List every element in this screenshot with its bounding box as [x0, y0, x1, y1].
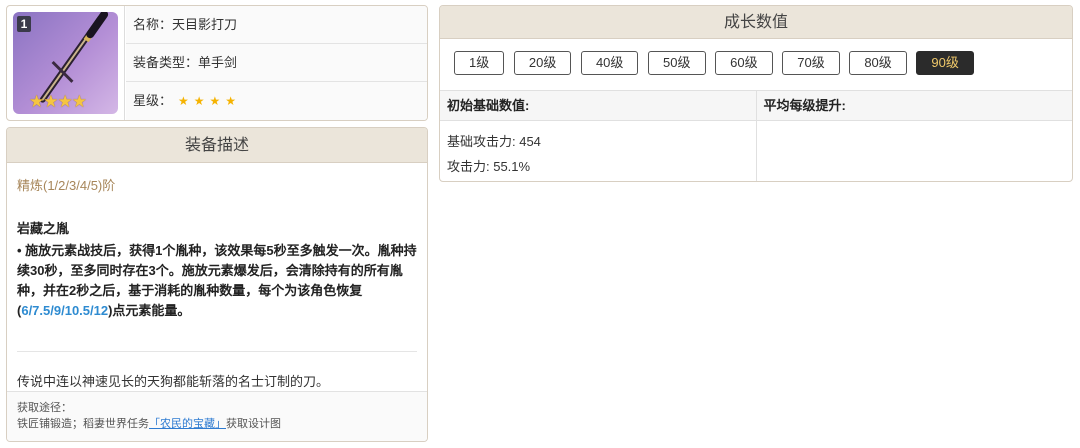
base-stats-header: 初始基础数值:	[447, 98, 530, 113]
weapon-rarity-row: 星级： ★★★★	[126, 82, 427, 120]
growth-panel: 成长数值 1级 20级 40级 50级 60级 70级 80级 90级 初始基础…	[439, 5, 1073, 182]
attack-percent-value: 攻击力: 55.1%	[447, 159, 531, 174]
level-button-1[interactable]: 1级	[454, 51, 505, 75]
weapon-thumbnail: 1 ★★★★	[7, 6, 125, 120]
per-level-header: 平均每级提升:	[755, 91, 1073, 120]
rarity-label: 星级：	[133, 93, 173, 108]
base-attack-value: 基础攻击力: 454	[447, 134, 541, 149]
level-button-40[interactable]: 40级	[580, 51, 639, 75]
weapon-name: 名称：天目影打刀	[126, 6, 427, 44]
passive-name: 岩藏之胤	[17, 221, 70, 236]
weapon-info-card: 1 ★★★★ 名称：天目影打刀 装备类型：单手剑 星级： ★★★★	[6, 5, 428, 121]
passive-description: • 施放元素战技后，获得1个胤种，该效果每5秒至多触发一次。胤种持续30秒，至多…	[17, 243, 417, 318]
per-level-column	[755, 121, 1073, 181]
source-text: 铁匠铺锻造；稻妻世界任务「农民的宝藏」获取设计图	[17, 418, 281, 430]
level-button-60[interactable]: 60级	[715, 51, 773, 75]
stat-table-body: 基础攻击力: 454 攻击力: 55.1%	[440, 121, 1072, 181]
level-button-80[interactable]: 80级	[849, 51, 907, 75]
refinement-badge: 1	[17, 16, 31, 32]
source-label: 获取途径：	[17, 402, 72, 414]
divider	[17, 351, 417, 352]
level-button-90[interactable]: 90级	[916, 51, 974, 75]
weapon-type: 装备类型：单手剑	[126, 44, 427, 82]
description-title: 装备描述	[7, 128, 427, 163]
growth-title: 成长数值	[440, 6, 1072, 39]
description-panel: 装备描述 精炼(1/2/3/4/5)阶 岩藏之胤 • 施放元素战技后，获得1个胤…	[6, 127, 428, 442]
level-button-50[interactable]: 50级	[648, 51, 706, 75]
lore-text: 传说中连以神速见长的天狗都能斩落的名士订制的刀。	[17, 374, 330, 389]
refinement-label: 精炼(1/2/3/4/5)阶	[17, 178, 116, 193]
source-section: 获取途径： 铁匠铺锻造；稻妻世界任务「农民的宝藏」获取设计图	[7, 391, 427, 441]
level-button-20[interactable]: 20级	[513, 51, 572, 75]
level-button-70[interactable]: 70级	[782, 51, 840, 75]
quest-link[interactable]: 「农民的宝藏」	[149, 418, 226, 430]
rarity-stars: ★★★★	[29, 92, 87, 111]
star-icons: ★★★★	[178, 94, 242, 108]
level-selector: 1级 20级 40级 50级 60级 70级 80级 90级	[440, 39, 1072, 91]
stat-table-header: 初始基础数值: 平均每级提升:	[440, 91, 1072, 121]
base-stats-column: 基础攻击力: 454 攻击力: 55.1%	[440, 121, 756, 181]
passive-values: 6/7.5/9/10.5/12	[21, 303, 109, 318]
